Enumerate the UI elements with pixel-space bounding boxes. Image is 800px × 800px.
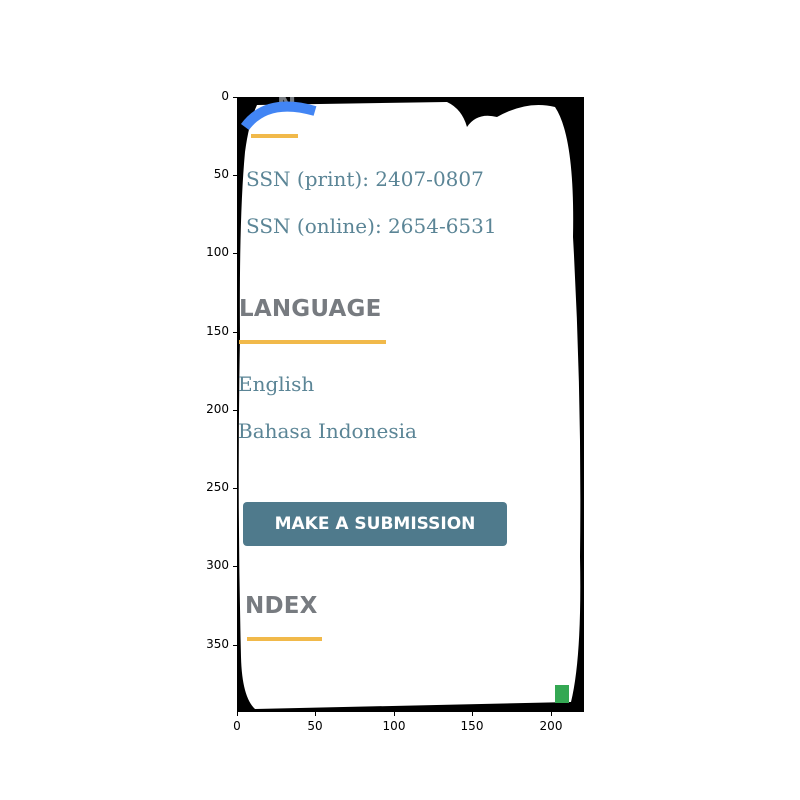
x-tick (394, 712, 395, 716)
x-tick (472, 712, 473, 716)
y-tick-label: 350 (206, 637, 229, 651)
y-tick (233, 645, 237, 646)
x-tick-label: 150 (460, 719, 484, 733)
issn-print: SSN (print): 2407-0807 (246, 167, 484, 191)
y-tick-label: 250 (206, 480, 229, 494)
y-tick-label: 150 (206, 324, 229, 338)
y-tick-label: 100 (206, 245, 229, 259)
y-tick (233, 97, 237, 98)
index-underline (247, 637, 322, 641)
x-tick (315, 712, 316, 716)
y-tick (233, 253, 237, 254)
y-axis-spine (237, 97, 238, 712)
y-tick (233, 332, 237, 333)
language-underline (239, 340, 386, 344)
language-option-english[interactable]: English (238, 372, 314, 396)
y-tick-label: 0 (221, 89, 229, 103)
x-tick-label: 200 (539, 719, 563, 733)
google-g-logo-icon (240, 101, 317, 131)
x-tick (237, 712, 238, 716)
webpage-screenshot: N SSN (print): 2407-0807 SSN (online): 2… (237, 97, 584, 712)
x-tick-label: 50 (307, 719, 323, 733)
issn-online: SSN (online): 2654-6531 (246, 214, 497, 238)
x-tick-label: 0 (233, 719, 241, 733)
x-tick (551, 712, 552, 716)
y-tick-label: 50 (213, 167, 229, 181)
x-tick-label: 100 (382, 719, 406, 733)
language-heading: LANGUAGE (239, 296, 382, 322)
index-heading: NDEX (245, 593, 318, 619)
language-option-bahasa-indonesia[interactable]: Bahasa Indonesia (238, 419, 417, 443)
y-tick (233, 410, 237, 411)
x-axis-spine (237, 711, 584, 712)
y-tick (233, 175, 237, 176)
green-logo-fragment-icon (555, 685, 569, 703)
make-submission-button[interactable]: MAKE A SUBMISSION (243, 502, 507, 546)
y-tick (233, 488, 237, 489)
y-tick-label: 200 (206, 402, 229, 416)
y-tick-label: 300 (206, 558, 229, 572)
y-tick (233, 566, 237, 567)
sidebar-content: N SSN (print): 2407-0807 SSN (online): 2… (237, 97, 584, 712)
